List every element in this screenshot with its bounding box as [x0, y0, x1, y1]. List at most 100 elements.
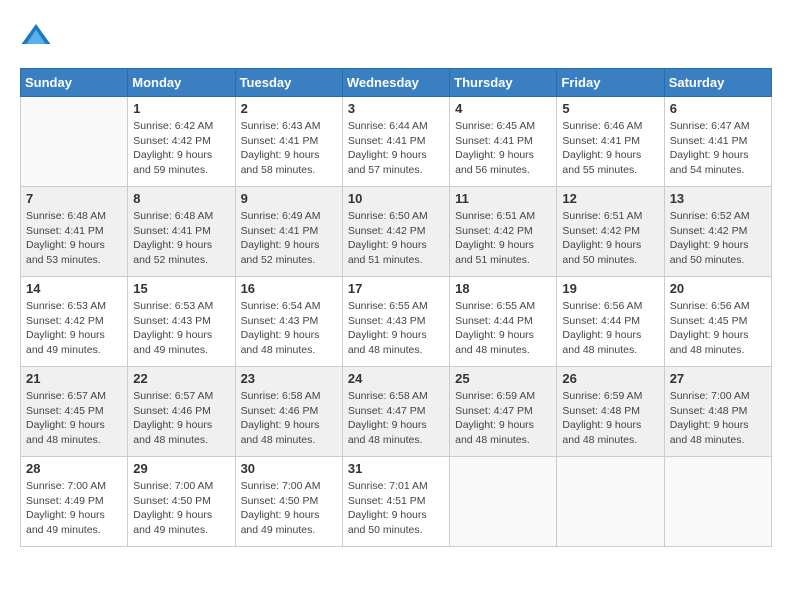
day-number: 3: [348, 101, 444, 116]
calendar-cell: 6 Sunrise: 6:47 AMSunset: 4:41 PMDaylight…: [664, 97, 771, 187]
day-info: Sunrise: 6:59 AMSunset: 4:48 PMDaylight:…: [562, 389, 658, 448]
calendar-cell: 31 Sunrise: 7:01 AMSunset: 4:51 PMDayligh…: [342, 457, 449, 547]
day-info: Sunrise: 6:57 AMSunset: 4:45 PMDaylight:…: [26, 389, 122, 448]
logo-icon: [20, 20, 52, 52]
day-info: Sunrise: 6:49 AMSunset: 4:41 PMDaylight:…: [241, 209, 337, 268]
calendar-cell: [450, 457, 557, 547]
calendar-table: SundayMondayTuesdayWednesdayThursdayFrid…: [20, 68, 772, 547]
calendar-cell: 15Sunrise: 6:53 AMSunset: 4:43 PMDayligh…: [128, 277, 235, 367]
day-info: Sunrise: 6:56 AMSunset: 4:45 PMDaylight:…: [670, 299, 766, 358]
weekday-header: Monday: [128, 69, 235, 97]
calendar-cell: 1 Sunrise: 6:42 AMSunset: 4:42 PMDaylight…: [128, 97, 235, 187]
day-number: 23: [241, 371, 337, 386]
day-number: 9: [241, 191, 337, 206]
day-info: Sunrise: 7:00 AMSunset: 4:48 PMDaylight:…: [670, 389, 766, 448]
day-info: Sunrise: 6:53 AMSunset: 4:43 PMDaylight:…: [133, 299, 229, 358]
calendar-cell: 2Sunrise: 6:43 AMSunset: 4:41 PMDaylight…: [235, 97, 342, 187]
calendar-cell: 10 Sunrise: 6:50 AMSunset: 4:42 PMDayligh…: [342, 187, 449, 277]
calendar-cell: 29 Sunrise: 7:00 AMSunset: 4:50 PMDayligh…: [128, 457, 235, 547]
day-info: Sunrise: 7:00 AMSunset: 4:50 PMDaylight:…: [241, 479, 337, 538]
day-number: 18: [455, 281, 551, 296]
calendar-cell: 13 Sunrise: 6:52 AMSunset: 4:42 PMDayligh…: [664, 187, 771, 277]
day-number: 26: [562, 371, 658, 386]
day-info: Sunrise: 6:53 AMSunset: 4:42 PMDaylight:…: [26, 299, 122, 358]
calendar-cell: 27 Sunrise: 7:00 AMSunset: 4:48 PMDayligh…: [664, 367, 771, 457]
calendar-cell: 5Sunrise: 6:46 AMSunset: 4:41 PMDaylight…: [557, 97, 664, 187]
calendar-cell: 9 Sunrise: 6:49 AMSunset: 4:41 PMDaylight…: [235, 187, 342, 277]
day-info: Sunrise: 6:44 AMSunset: 4:41 PMDaylight:…: [348, 119, 444, 178]
day-info: Sunrise: 6:48 AMSunset: 4:41 PMDaylight:…: [26, 209, 122, 268]
day-number: 14: [26, 281, 122, 296]
day-number: 24: [348, 371, 444, 386]
calendar-cell: 22 Sunrise: 6:57 AMSunset: 4:46 PMDayligh…: [128, 367, 235, 457]
day-info: Sunrise: 6:59 AMSunset: 4:47 PMDaylight:…: [455, 389, 551, 448]
day-info: Sunrise: 6:51 AMSunset: 4:42 PMDaylight:…: [562, 209, 658, 268]
calendar-cell: 25Sunrise: 6:59 AMSunset: 4:47 PMDayligh…: [450, 367, 557, 457]
day-info: Sunrise: 6:45 AMSunset: 4:41 PMDaylight:…: [455, 119, 551, 178]
weekday-header: Saturday: [664, 69, 771, 97]
calendar-cell: 7Sunrise: 6:48 AMSunset: 4:41 PMDaylight…: [21, 187, 128, 277]
weekday-header: Wednesday: [342, 69, 449, 97]
calendar-cell: 30 Sunrise: 7:00 AMSunset: 4:50 PMDayligh…: [235, 457, 342, 547]
calendar-cell: 14 Sunrise: 6:53 AMSunset: 4:42 PMDayligh…: [21, 277, 128, 367]
day-info: Sunrise: 6:58 AMSunset: 4:47 PMDaylight:…: [348, 389, 444, 448]
day-number: 13: [670, 191, 766, 206]
day-info: Sunrise: 6:50 AMSunset: 4:42 PMDaylight:…: [348, 209, 444, 268]
day-number: 8: [133, 191, 229, 206]
day-info: Sunrise: 6:47 AMSunset: 4:41 PMDaylight:…: [670, 119, 766, 178]
logo: [20, 20, 56, 52]
day-number: 1: [133, 101, 229, 116]
calendar-cell: 24 Sunrise: 6:58 AMSunset: 4:47 PMDayligh…: [342, 367, 449, 457]
day-number: 29: [133, 461, 229, 476]
calendar-cell: 28 Sunrise: 7:00 AMSunset: 4:49 PMDayligh…: [21, 457, 128, 547]
day-number: 4: [455, 101, 551, 116]
calendar-cell: 12 Sunrise: 6:51 AMSunset: 4:42 PMDayligh…: [557, 187, 664, 277]
calendar-cell: 23 Sunrise: 6:58 AMSunset: 4:46 PMDayligh…: [235, 367, 342, 457]
day-info: Sunrise: 6:48 AMSunset: 4:41 PMDaylight:…: [133, 209, 229, 268]
day-number: 19: [562, 281, 658, 296]
day-info: Sunrise: 6:57 AMSunset: 4:46 PMDaylight:…: [133, 389, 229, 448]
day-info: Sunrise: 6:52 AMSunset: 4:42 PMDaylight:…: [670, 209, 766, 268]
day-number: 6: [670, 101, 766, 116]
day-info: Sunrise: 6:51 AMSunset: 4:42 PMDaylight:…: [455, 209, 551, 268]
calendar-cell: 20 Sunrise: 6:56 AMSunset: 4:45 PMDayligh…: [664, 277, 771, 367]
day-info: Sunrise: 6:46 AMSunset: 4:41 PMDaylight:…: [562, 119, 658, 178]
day-number: 31: [348, 461, 444, 476]
calendar-cell: 17 Sunrise: 6:55 AMSunset: 4:43 PMDayligh…: [342, 277, 449, 367]
calendar-cell: 18 Sunrise: 6:55 AMSunset: 4:44 PMDayligh…: [450, 277, 557, 367]
calendar-cell: [664, 457, 771, 547]
day-number: 10: [348, 191, 444, 206]
day-number: 12: [562, 191, 658, 206]
day-number: 16: [241, 281, 337, 296]
day-info: Sunrise: 6:55 AMSunset: 4:43 PMDaylight:…: [348, 299, 444, 358]
day-info: Sunrise: 7:00 AMSunset: 4:49 PMDaylight:…: [26, 479, 122, 538]
calendar-cell: 8 Sunrise: 6:48 AMSunset: 4:41 PMDaylight…: [128, 187, 235, 277]
day-number: 27: [670, 371, 766, 386]
calendar-cell: 21 Sunrise: 6:57 AMSunset: 4:45 PMDayligh…: [21, 367, 128, 457]
calendar-cell: 11 Sunrise: 6:51 AMSunset: 4:42 PMDayligh…: [450, 187, 557, 277]
calendar-cell: 16 Sunrise: 6:54 AMSunset: 4:43 PMDayligh…: [235, 277, 342, 367]
calendar-cell: 3 Sunrise: 6:44 AMSunset: 4:41 PMDaylight…: [342, 97, 449, 187]
calendar-cell: [21, 97, 128, 187]
day-info: Sunrise: 7:00 AMSunset: 4:50 PMDaylight:…: [133, 479, 229, 538]
day-number: 28: [26, 461, 122, 476]
weekday-header: Tuesday: [235, 69, 342, 97]
day-number: 17: [348, 281, 444, 296]
day-info: Sunrise: 6:54 AMSunset: 4:43 PMDaylight:…: [241, 299, 337, 358]
day-info: Sunrise: 7:01 AMSunset: 4:51 PMDaylight:…: [348, 479, 444, 538]
page-header: [20, 20, 772, 52]
day-info: Sunrise: 6:56 AMSunset: 4:44 PMDaylight:…: [562, 299, 658, 358]
calendar-cell: 26 Sunrise: 6:59 AMSunset: 4:48 PMDayligh…: [557, 367, 664, 457]
day-info: Sunrise: 6:58 AMSunset: 4:46 PMDaylight:…: [241, 389, 337, 448]
day-number: 22: [133, 371, 229, 386]
calendar-cell: 19 Sunrise: 6:56 AMSunset: 4:44 PMDayligh…: [557, 277, 664, 367]
day-info: Sunrise: 6:42 AMSunset: 4:42 PMDaylight:…: [133, 119, 229, 178]
calendar-cell: [557, 457, 664, 547]
day-number: 21: [26, 371, 122, 386]
calendar-cell: 4 Sunrise: 6:45 AMSunset: 4:41 PMDaylight…: [450, 97, 557, 187]
day-number: 20: [670, 281, 766, 296]
day-info: Sunrise: 6:55 AMSunset: 4:44 PMDaylight:…: [455, 299, 551, 358]
day-number: 30: [241, 461, 337, 476]
day-number: 11: [455, 191, 551, 206]
weekday-header: Friday: [557, 69, 664, 97]
